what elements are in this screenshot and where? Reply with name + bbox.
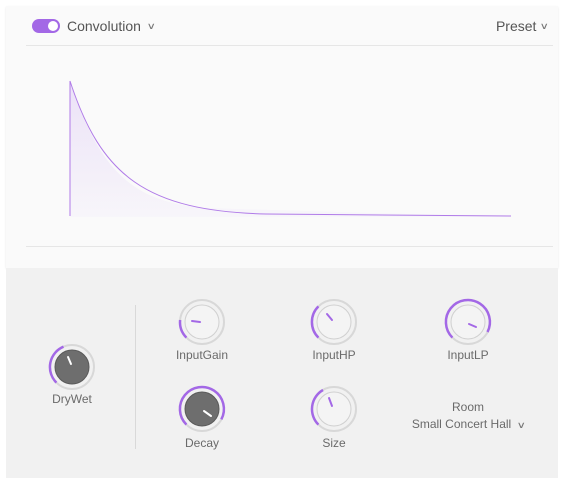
inputlp-knob[interactable] (443, 297, 493, 347)
inputgain-knob[interactable] (177, 297, 227, 347)
size-label: Size (322, 436, 346, 450)
preset-dropdown[interactable]: Preset ∨ (495, 16, 550, 36)
decay-knob[interactable] (177, 384, 227, 434)
inputhp-label: InputHP (312, 348, 356, 362)
effect-enable-toggle[interactable] (32, 19, 60, 33)
decay-label: Decay (184, 436, 219, 450)
drywet-knob[interactable] (47, 342, 97, 392)
effect-name: Convolution (67, 18, 141, 34)
chevron-down-icon: ∨ (516, 420, 526, 430)
drywet-label: DryWet (52, 392, 92, 406)
inputhp-knob[interactable] (309, 297, 359, 347)
impulse-response-fill (70, 81, 511, 217)
controls-panel: DryWet InputGain InputHP InputLP Decay S… (6, 268, 558, 478)
room-value: Small Concert Hall (411, 417, 512, 431)
chevron-down-icon: ∨ (146, 20, 156, 31)
preset-label: Preset (495, 18, 537, 34)
controls-separator (135, 305, 136, 449)
impulse-response-panel: Convolution ∨ Preset ∨ (6, 6, 558, 268)
size-knob[interactable] (309, 384, 359, 434)
inputgain-label: InputGain (175, 348, 229, 362)
impulse-response-graph (69, 80, 512, 217)
effect-header: Convolution ∨ Preset ∨ (6, 6, 558, 46)
effect-type-dropdown[interactable]: Convolution ∨ (67, 16, 156, 36)
inputlp-label: InputLP (447, 348, 489, 362)
room-label: Room (451, 400, 484, 414)
room-dropdown[interactable]: Small Concert Hall ∨ (398, 417, 538, 431)
graph-bottom-divider (26, 246, 553, 247)
toggle-knob (48, 21, 58, 31)
chevron-down-icon: ∨ (540, 20, 550, 31)
